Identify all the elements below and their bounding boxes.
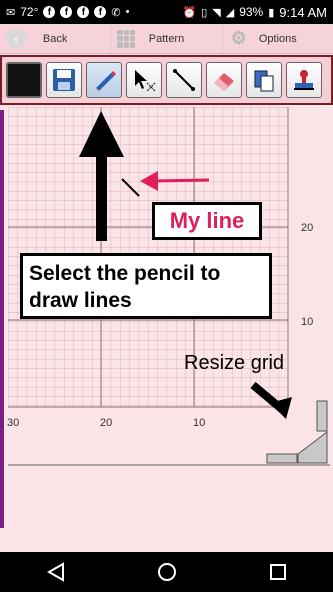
color-swatch-button[interactable] bbox=[6, 62, 42, 98]
temperature-text: 72° bbox=[20, 5, 39, 19]
paste-icon bbox=[254, 70, 274, 92]
nav-bar: ‹ Back Pattern ⚙ Options bbox=[0, 24, 333, 54]
back-button[interactable]: ‹ Back bbox=[0, 24, 110, 53]
stamp-icon bbox=[294, 70, 314, 90]
vibrate-icon: ▯ bbox=[201, 6, 208, 19]
select-arrow-icon bbox=[135, 70, 156, 92]
select-pencil-label: Select the pencil to draw lines bbox=[20, 253, 272, 319]
pencil-tool-button[interactable] bbox=[86, 62, 122, 98]
status-right: ⏰ ▯ ◥ ◢ 93% ▮ 9:14 AM bbox=[183, 5, 328, 20]
time-text: 9:14 AM bbox=[279, 4, 327, 20]
eraser-icon bbox=[214, 73, 234, 91]
black-arrow-shaft bbox=[96, 155, 107, 241]
resize-grid-label: Resize grid bbox=[184, 352, 285, 374]
gear-icon: ⚙ bbox=[230, 28, 247, 48]
facebook-icon: f bbox=[77, 6, 90, 18]
pink-arrow-shaft bbox=[151, 178, 210, 183]
back-label: Back bbox=[42, 32, 68, 45]
battery-icon: ▮ bbox=[268, 6, 275, 19]
y-tick-20: 20 bbox=[301, 222, 314, 234]
paste-tool-button[interactable] bbox=[246, 62, 282, 98]
stamp-tool-button[interactable] bbox=[286, 62, 322, 98]
line-tool-button[interactable] bbox=[166, 62, 202, 98]
facebook-icon: f bbox=[60, 6, 73, 18]
my-line-label: My line bbox=[152, 202, 262, 240]
settings-icon: ✉ bbox=[6, 6, 16, 19]
chevron-left-icon: ‹ bbox=[6, 28, 26, 49]
alarm-icon: ⏰ bbox=[182, 6, 197, 19]
app-screen: { "status_bar": { "temperature": "72°", … bbox=[0, 0, 333, 592]
line-icon bbox=[173, 69, 195, 91]
wifi-icon: ◥ bbox=[212, 6, 221, 19]
floppy-disk-icon bbox=[53, 69, 75, 91]
pattern-label: Pattern bbox=[148, 32, 185, 45]
status-bar: ✉ 72° f f f f ✆ • ⏰ ▯ ◥ ◢ 93% ▮ 9:14 AM bbox=[0, 0, 333, 24]
select-tool-button[interactable] bbox=[126, 62, 162, 98]
options-button[interactable]: ⚙ Options bbox=[221, 24, 333, 53]
y-tick-10: 10 bbox=[301, 316, 314, 328]
home-circle-icon[interactable] bbox=[156, 561, 178, 583]
facebook-icon: f bbox=[94, 6, 107, 18]
dots-icon: • bbox=[125, 6, 130, 18]
battery-text: 93% bbox=[239, 5, 264, 19]
toolbar bbox=[0, 55, 333, 105]
options-label: Options bbox=[258, 32, 297, 45]
back-triangle-icon[interactable] bbox=[45, 561, 67, 583]
pencil-icon bbox=[94, 71, 116, 92]
resize-grid-handle[interactable] bbox=[266, 400, 328, 464]
eraser-tool-button[interactable] bbox=[206, 62, 242, 98]
x-tick-30: 30 bbox=[7, 417, 20, 429]
status-left: ✉ 72° f f f f ✆ • bbox=[6, 5, 183, 19]
pattern-tab[interactable]: Pattern bbox=[110, 24, 221, 53]
x-tick-10: 10 bbox=[193, 417, 206, 429]
x-tick-20: 20 bbox=[100, 417, 113, 429]
android-nav-bar bbox=[0, 552, 333, 592]
facebook-icon: f bbox=[43, 6, 56, 18]
grid-icon bbox=[117, 29, 136, 48]
save-button[interactable] bbox=[46, 62, 82, 98]
signal-icon: ◢ bbox=[225, 6, 235, 19]
no-phone-icon: ✆ bbox=[111, 6, 121, 19]
recent-apps-icon[interactable] bbox=[267, 561, 289, 583]
